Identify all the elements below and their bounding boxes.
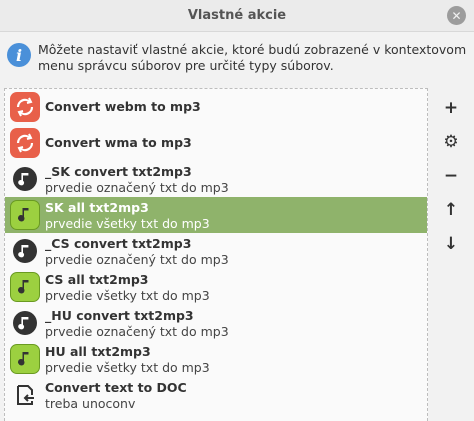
- list-item[interactable]: _HU convert txt2mp3 prvedie označený txt…: [5, 305, 427, 341]
- action-subtitle: prvedie všetky txt do mp3: [45, 360, 210, 375]
- action-title: _CS convert txt2mp3: [45, 236, 192, 251]
- document-export-icon: [10, 380, 40, 410]
- info-bar: i Môžete nastaviť vlastné akcie, ktoré b…: [0, 33, 474, 81]
- close-icon[interactable]: ✕: [447, 6, 466, 25]
- list-item-selected[interactable]: SK all txt2mp3 prvedie všetky txt do mp3: [5, 197, 427, 233]
- add-action-button[interactable]: +: [436, 94, 466, 122]
- action-title: Convert wma to mp3: [45, 135, 192, 150]
- action-title: SK all txt2mp3: [45, 200, 149, 215]
- actions-list[interactable]: Convert webm to mp3 Convert wma to mp3 _…: [4, 88, 428, 421]
- action-subtitle: prvedie označený txt do mp3: [45, 324, 229, 339]
- title-bar: Vlastné akcie ✕: [0, 0, 474, 32]
- window-title: Vlastné akcie: [187, 8, 287, 23]
- action-subtitle: prvedie všetky txt do mp3: [45, 216, 210, 231]
- gear-icon: ⚙: [443, 132, 459, 152]
- remove-icon: −: [443, 166, 459, 186]
- arrow-up-icon: ↑: [443, 200, 459, 220]
- actions-toolbar: + ⚙ − ↑ ↓: [432, 88, 470, 268]
- move-up-button[interactable]: ↑: [436, 196, 466, 224]
- music-note-green-icon: [10, 200, 40, 230]
- list-item[interactable]: Convert webm to mp3: [5, 89, 427, 125]
- remove-action-button[interactable]: −: [436, 162, 466, 190]
- action-title: CS all txt2mp3: [45, 272, 149, 287]
- list-item[interactable]: _SK convert txt2mp3 prvedie označený txt…: [5, 161, 427, 197]
- action-subtitle: treba unoconv: [45, 396, 136, 411]
- music-note-green-icon: [10, 272, 40, 302]
- music-note-green-icon: [10, 344, 40, 374]
- add-icon: +: [443, 98, 459, 118]
- action-title: _HU convert txt2mp3: [45, 308, 194, 323]
- convert-icon: [10, 128, 40, 158]
- edit-action-button[interactable]: ⚙: [436, 128, 466, 156]
- music-note-icon: [10, 164, 40, 194]
- convert-icon: [10, 92, 40, 122]
- arrow-down-icon: ↓: [443, 234, 459, 254]
- action-title: Convert text to DOC: [45, 380, 187, 395]
- move-down-button[interactable]: ↓: [436, 230, 466, 258]
- list-item[interactable]: CS all txt2mp3 prvedie všetky txt do mp3: [5, 269, 427, 305]
- music-note-icon: [10, 236, 40, 266]
- action-subtitle: prvedie označený txt do mp3: [45, 252, 229, 267]
- music-note-icon: [10, 308, 40, 338]
- list-item[interactable]: Convert text to DOC treba unoconv: [5, 377, 427, 413]
- action-title: _SK convert txt2mp3: [45, 164, 192, 179]
- list-item[interactable]: HU all txt2mp3 prvedie všetky txt do mp3: [5, 341, 427, 377]
- info-icon: i: [7, 43, 31, 67]
- action-title: Convert webm to mp3: [45, 99, 201, 114]
- info-text: Môžete nastaviť vlastné akcie, ktoré bud…: [38, 42, 467, 73]
- list-item[interactable]: Convert wma to mp3: [5, 125, 427, 161]
- action-subtitle: prvedie všetky txt do mp3: [45, 288, 210, 303]
- action-title: HU all txt2mp3: [45, 344, 151, 359]
- action-subtitle: prvedie označený txt do mp3: [45, 180, 229, 195]
- list-item[interactable]: _CS convert txt2mp3 prvedie označený txt…: [5, 233, 427, 269]
